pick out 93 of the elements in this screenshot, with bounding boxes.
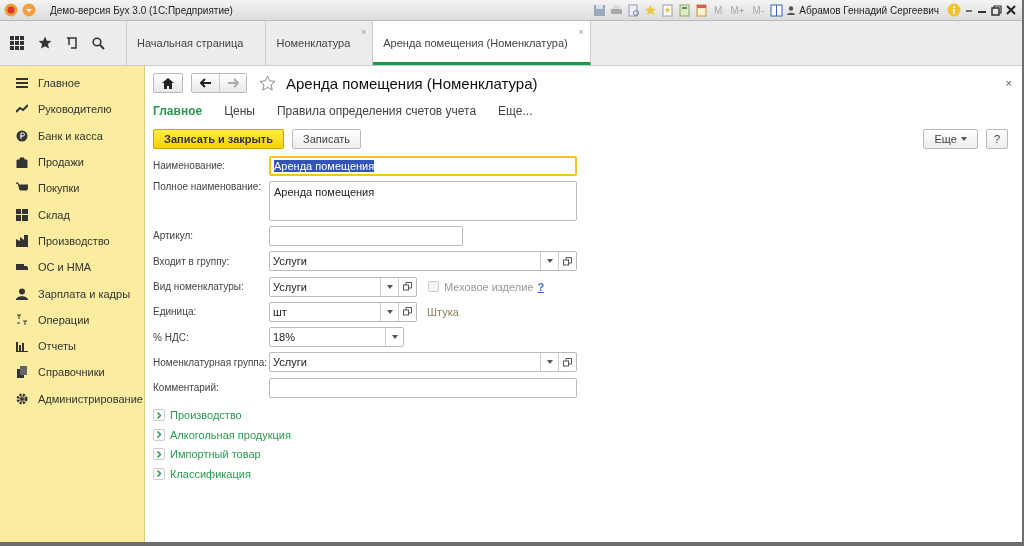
open-window-icon: [403, 307, 412, 317]
apps-grid-icon[interactable]: [10, 36, 24, 50]
expand-toggle[interactable]: [153, 428, 165, 441]
textarea-field[interactable]: Аренда помещения: [269, 181, 577, 222]
section-link[interactable]: Правила определения счетов учета: [276, 104, 477, 118]
panel-layout-icon[interactable]: [770, 3, 784, 17]
sidebar-item[interactable]: Покупки: [0, 175, 144, 202]
tab-label: Номенклатура: [276, 37, 351, 49]
sidebar-item[interactable]: Главное: [0, 70, 144, 97]
grid-icon: [16, 208, 28, 221]
open-window-icon: [403, 282, 412, 292]
user-name[interactable]: Абрамов Геннадий Сергеевич: [799, 4, 939, 16]
sidebar-item[interactable]: Администрирование: [0, 385, 144, 412]
coin-icon: [16, 129, 28, 142]
sidebar-item[interactable]: ОС и НМА: [0, 254, 144, 281]
back-button[interactable]: [192, 74, 219, 92]
group-link[interactable]: Классификация: [170, 467, 251, 480]
sidebar-item[interactable]: Зарплата и кадры: [0, 280, 144, 307]
section-link[interactable]: Цены: [224, 104, 255, 118]
combo-field[interactable]: Услуги: [269, 251, 577, 272]
field-label: Входит в группу:: [153, 255, 231, 267]
books-icon: [16, 366, 28, 379]
combo-field[interactable]: шт: [269, 301, 417, 322]
bag-icon: [16, 156, 28, 169]
chevron-icon: [156, 431, 162, 439]
sidebar-item[interactable]: Справочники: [0, 359, 144, 386]
favorite-star-icon[interactable]: [259, 74, 276, 92]
user-icon: [787, 5, 796, 15]
sidebar-item[interactable]: Продажи: [0, 148, 144, 176]
unit-name-text: Штука: [427, 305, 459, 318]
star-icon[interactable]: [644, 3, 658, 17]
sidebar-item[interactable]: Банк и касса: [0, 122, 144, 149]
tab-label: Начальная страница: [137, 37, 244, 49]
open-window-icon: [563, 256, 572, 266]
form-title: Аренда помещения (Номенклатура): [286, 74, 538, 92]
sidebar-item[interactable]: Руководителю: [0, 96, 144, 123]
field-label: % НДС:: [153, 331, 190, 343]
field-label: Артикул:: [153, 230, 195, 242]
input-field[interactable]: [269, 225, 463, 246]
forward-arrow-icon: [227, 78, 239, 88]
tab[interactable]: Начальная страница: [127, 21, 267, 65]
group-link[interactable]: Импортный товар: [170, 448, 261, 461]
chevron-icon: [156, 411, 162, 419]
sidebar-item[interactable]: Операции: [0, 306, 144, 333]
gear-icon: [16, 392, 28, 405]
combo-field[interactable]: Услуги: [269, 276, 417, 297]
menu-icon: [16, 77, 28, 90]
home-button[interactable]: [153, 73, 183, 93]
sidebar-item[interactable]: Склад: [0, 201, 144, 228]
field-label: Номенклатурная группа:: [153, 356, 269, 368]
expand-toggle[interactable]: [153, 448, 165, 461]
input-field[interactable]: [269, 377, 577, 398]
field-label: Полное наименование:: [153, 181, 263, 193]
expand-toggle[interactable]: [153, 409, 165, 422]
more-button[interactable]: Еще: [923, 129, 978, 149]
combo-field[interactable]: Услуги: [269, 352, 577, 373]
calendar-icon[interactable]: [695, 3, 709, 17]
bar-chart-icon: [16, 340, 28, 353]
sidebar-item[interactable]: Отчеты: [0, 332, 144, 360]
restore-icon[interactable]: [991, 4, 1002, 16]
sidebar-item[interactable]: Производство: [0, 227, 144, 255]
field-label: Комментарий:: [153, 382, 220, 394]
section-link[interactable]: Еще...: [498, 104, 533, 118]
field-label: Единица:: [153, 306, 198, 318]
factory-icon: [16, 234, 28, 247]
save-and-close-button[interactable]: Записать и закрыть: [153, 129, 285, 149]
field-label: Вид номенклатуры:: [153, 281, 245, 293]
close-icon[interactable]: [1006, 5, 1016, 15]
favorites-star-icon[interactable]: [38, 36, 52, 50]
chevron-icon: [156, 450, 162, 458]
preview-icon[interactable]: [627, 3, 641, 17]
history-icon[interactable]: [66, 36, 78, 50]
field-label: Наименование:: [153, 160, 227, 172]
help-button[interactable]: ?: [985, 129, 1008, 149]
input-field[interactable]: Аренда помещения: [269, 155, 577, 176]
home-icon: [162, 77, 174, 89]
group-link[interactable]: Производство: [170, 409, 242, 422]
combo-field[interactable]: 18%: [269, 327, 404, 348]
window-title: Демо-версия Бух 3.0 (1С:Предприятие): [50, 4, 233, 16]
tab-label: Аренда помещения (Номенклатура): [383, 37, 568, 49]
chevron-icon: [156, 470, 162, 478]
form-close-button[interactable]: ×: [1005, 77, 1012, 89]
save-button[interactable]: Записать: [292, 129, 362, 149]
person-icon: [16, 287, 28, 300]
search-icon[interactable]: [92, 36, 105, 50]
calculator-icon[interactable]: [678, 3, 692, 17]
app-logo-icon[interactable]: [4, 3, 18, 17]
expand-toggle[interactable]: [153, 467, 165, 480]
section-link[interactable]: Главное: [153, 104, 203, 118]
back-arrow-icon: [199, 78, 212, 88]
open-window-icon: [563, 357, 572, 367]
group-link[interactable]: Алкогольная продукция: [170, 428, 291, 441]
tab[interactable]: Аренда помещения (Номенклатура) ×: [373, 21, 591, 65]
